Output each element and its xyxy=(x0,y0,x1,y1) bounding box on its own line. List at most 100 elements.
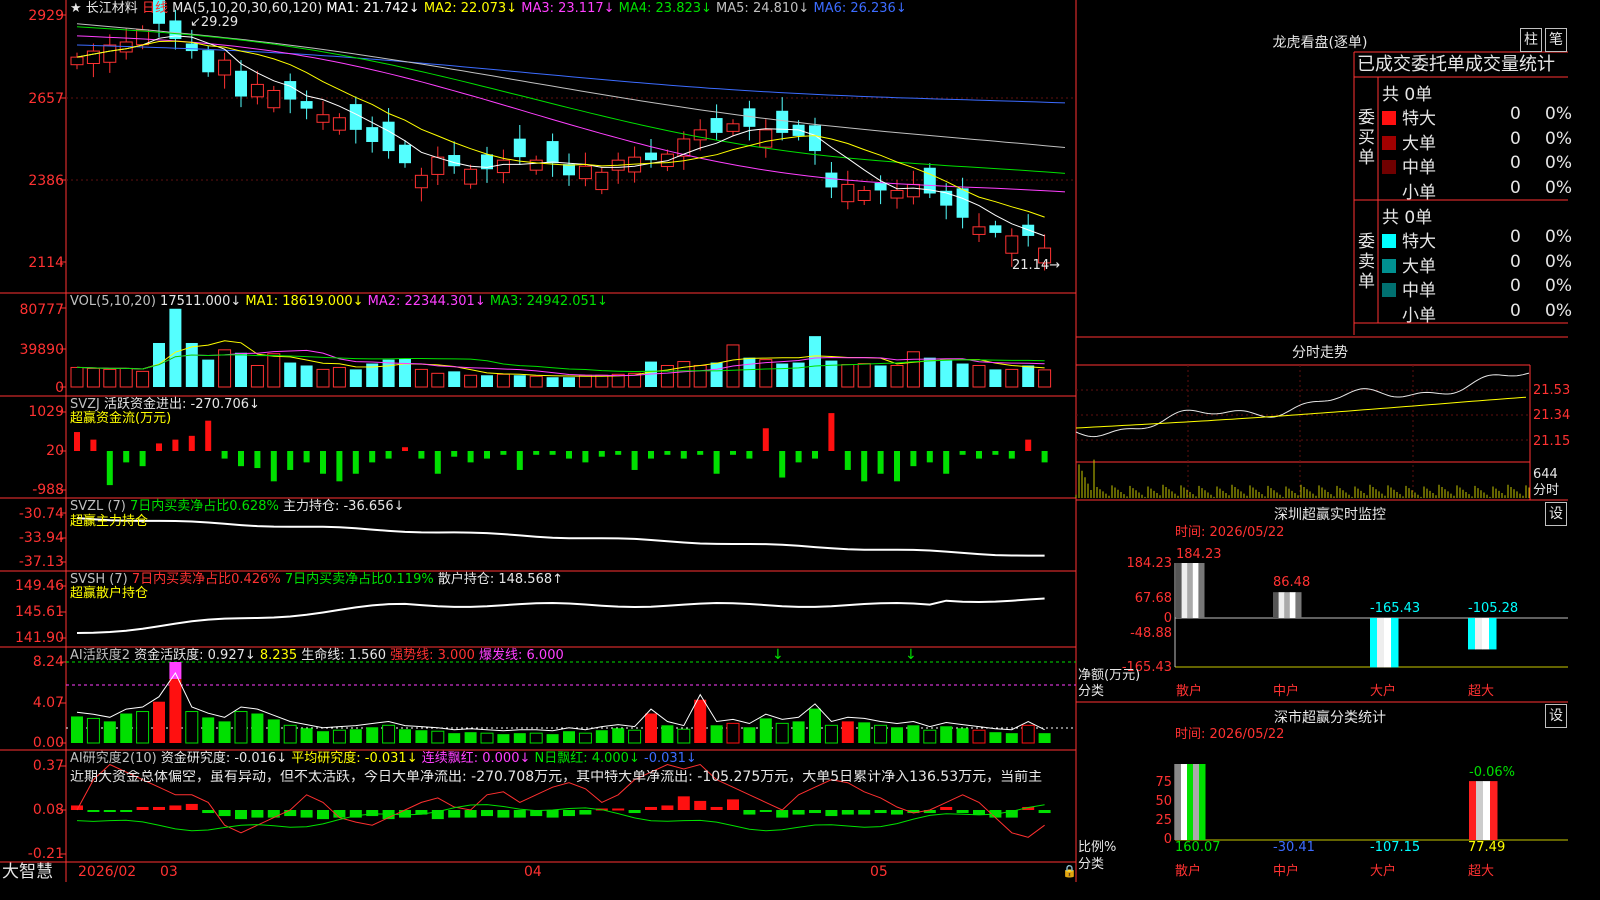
order-type-label: 大单 xyxy=(1402,133,1436,154)
monitor-axis-label: 0 xyxy=(1163,611,1172,626)
date-label: 04 xyxy=(524,864,542,880)
flow-bar xyxy=(74,432,80,451)
monitor-bar-stripe xyxy=(1482,618,1490,650)
category-label: 大户 xyxy=(1370,864,1397,879)
category-bar xyxy=(1175,764,1206,840)
low-price-marker: 21.14→ xyxy=(1012,258,1061,273)
activity-bar xyxy=(726,722,740,744)
monitor-bar-stripe xyxy=(1475,618,1483,650)
activity-bar xyxy=(809,708,821,743)
monitor-xlabel: 分类 xyxy=(1078,684,1105,699)
favorite-star-icon[interactable]: ★ xyxy=(70,1,82,16)
svzl-axis-label: -30.74 xyxy=(18,506,64,522)
vol-axis-label: 80777 xyxy=(19,302,64,318)
tick-mode-button[interactable]: 笔 xyxy=(1545,28,1567,52)
order-percent: 0% xyxy=(1545,300,1572,321)
flow-bar xyxy=(336,451,343,482)
research-bar xyxy=(87,810,100,812)
chart-canvas[interactable]: ↓ ↓ xyxy=(0,0,1568,882)
flow-bar xyxy=(631,451,638,470)
research-bar xyxy=(399,810,411,818)
research-bar xyxy=(661,805,674,810)
ai-research-axis-label: 0.37 xyxy=(32,758,64,774)
monitor-title: 深圳超赢实时监控 xyxy=(1274,507,1386,523)
activity-bar xyxy=(169,662,182,680)
activity-bar xyxy=(317,731,329,743)
order-percent: 0% xyxy=(1545,227,1572,247)
flow-bar xyxy=(484,451,490,459)
candle xyxy=(710,118,723,133)
volume-bar xyxy=(1038,369,1052,388)
order-type-label: 中单 xyxy=(1402,158,1436,178)
activity-bar xyxy=(612,728,625,743)
category-settings-button[interactable]: 设 xyxy=(1545,704,1567,728)
category-label: 散户 xyxy=(1175,864,1202,879)
stock-name[interactable]: 长江材料 xyxy=(86,1,138,16)
candle xyxy=(546,141,559,164)
monitor-bar-value: -105.28 xyxy=(1468,601,1519,616)
monitor-bar-stripe xyxy=(1391,618,1399,668)
candle xyxy=(595,171,609,191)
activity-bar xyxy=(103,721,116,743)
candle xyxy=(103,44,117,63)
volume-bar xyxy=(857,363,871,388)
research-bar xyxy=(743,810,756,815)
order-row-特大: 特大 xyxy=(1382,104,1436,129)
flow-bar xyxy=(894,451,900,482)
price-axis-label: 2657 xyxy=(28,91,64,107)
category-bar-stripe xyxy=(1187,764,1194,840)
monitor-bar-stripe xyxy=(1181,563,1188,618)
sell-total: 共 0单 xyxy=(1382,208,1433,228)
order-count: 0 xyxy=(1510,153,1521,173)
category-value: -107.15 xyxy=(1370,840,1421,855)
longhu-subtitle: 已成交委托单成交量统计 xyxy=(1357,54,1555,75)
research-bar xyxy=(825,810,838,817)
research-bar xyxy=(891,810,903,815)
candle xyxy=(300,101,313,109)
activity-bar xyxy=(923,729,937,744)
flow-bar xyxy=(812,451,818,459)
volume-bar xyxy=(792,362,805,387)
research-bar xyxy=(1038,810,1051,814)
order-row-小单: 小单 xyxy=(1382,301,1436,326)
volume-bar xyxy=(431,372,445,388)
research-bar xyxy=(218,810,231,817)
activity-bar xyxy=(1038,733,1051,743)
order-percent: 0% xyxy=(1545,177,1572,198)
monitor-bar-stripe xyxy=(1289,592,1296,618)
down-arrow-icon: ↓ xyxy=(905,647,917,663)
candle xyxy=(284,81,297,100)
ai-research-axis-label: 0.08 xyxy=(32,802,64,818)
volume-bar xyxy=(267,353,281,388)
monitor-bar-stripe xyxy=(1273,592,1280,618)
research-bar xyxy=(677,796,690,810)
svsh-header: SVSH (7) 7日内买卖净占比0.426% 7日内买卖净占比0.119% 散… xyxy=(70,572,564,587)
monitor-bar-stripe xyxy=(1384,618,1392,668)
order-color-swatch xyxy=(1382,160,1396,174)
activity-bar xyxy=(332,729,346,744)
period-label[interactable]: 日线 xyxy=(142,1,168,16)
flow-bar xyxy=(598,451,605,457)
volume-bar xyxy=(743,357,756,387)
bar-mode-button[interactable]: 柱 xyxy=(1520,28,1542,52)
flow-bar xyxy=(320,451,326,474)
category-title: 深市超赢分类统计 xyxy=(1274,710,1386,726)
monitor-settings-button[interactable]: 设 xyxy=(1545,502,1567,526)
ma-values: MA1: 21.742↓ MA2: 22.073↓ MA3: 23.117↓ M… xyxy=(326,1,906,16)
lock-icon[interactable]: 🔒 xyxy=(1062,864,1077,879)
activity-bar xyxy=(563,731,575,743)
intraday-price-line xyxy=(1075,372,1530,438)
order-count: 0 xyxy=(1510,128,1521,149)
flow-bar xyxy=(959,451,966,455)
research-bar xyxy=(464,810,477,818)
candle xyxy=(70,56,84,66)
activity-bar xyxy=(529,732,543,744)
activity-bar xyxy=(972,729,986,744)
research-bar xyxy=(284,810,297,817)
research-bar xyxy=(169,805,182,810)
order-count: 0 xyxy=(1510,251,1521,272)
order-percent: 0% xyxy=(1545,128,1572,149)
volume-bar xyxy=(382,359,395,387)
volume-bar xyxy=(332,366,346,388)
ma-value-6: MA6: 26.236↓ xyxy=(813,1,907,16)
